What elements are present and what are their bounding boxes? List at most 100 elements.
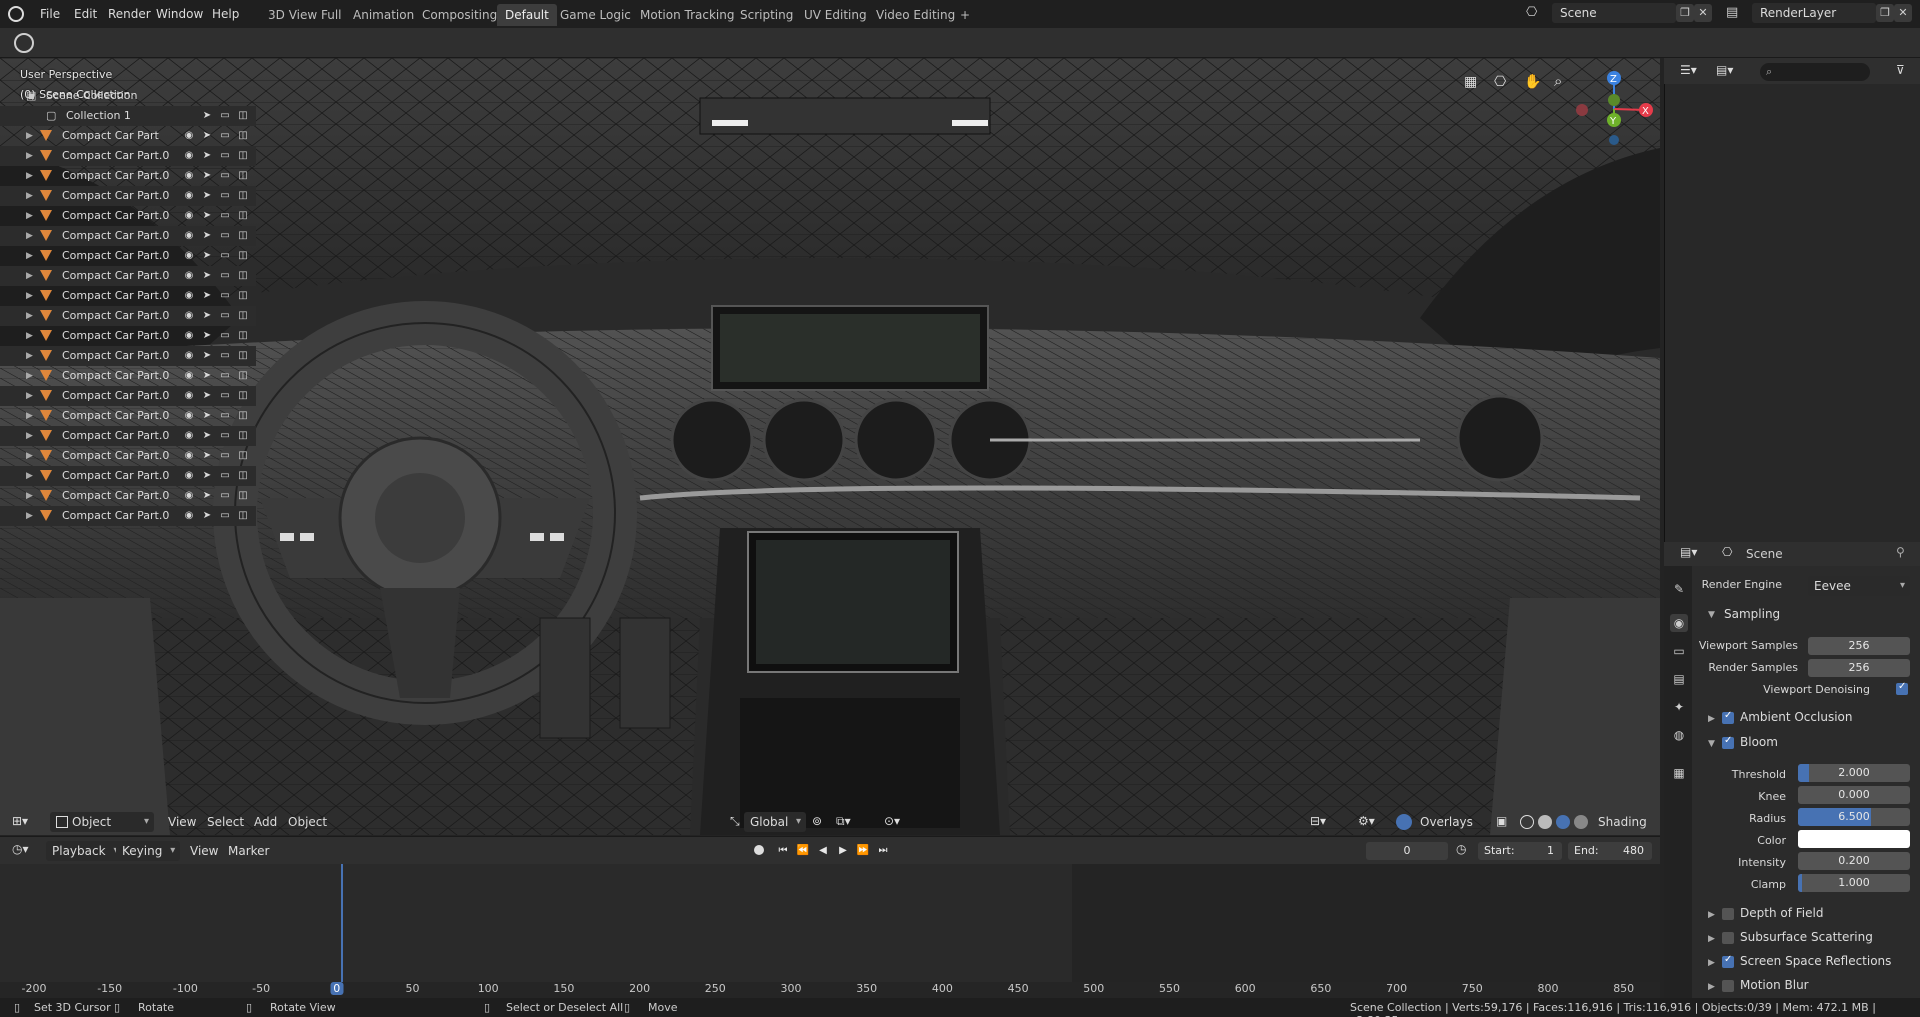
visibility-eye-icon[interactable]: ◉ (182, 489, 196, 503)
visibility-eye-icon[interactable]: ◉ (182, 189, 196, 203)
select-toggle-icon[interactable]: ➤ (200, 309, 214, 323)
visibility-eye-icon[interactable]: ◉ (182, 129, 196, 143)
intensity-slider[interactable]: 0.200 (1798, 852, 1910, 870)
timeline-ruler[interactable] (0, 982, 1660, 998)
render-toggle-icon[interactable]: ◫ (236, 289, 250, 303)
outliner-object-row[interactable]: ▶ Compact Car Part.0 ◉ ➤ ▭ ◫ (0, 146, 256, 166)
viewport-toggle-icon[interactable]: ▭ (218, 469, 232, 483)
visibility-eye-icon[interactable]: ◉ (182, 149, 196, 163)
viewport-toggle-icon[interactable]: ▭ (218, 149, 232, 163)
display-mode-icon[interactable]: ▤▾ (1716, 63, 1733, 77)
expand-arrow-icon[interactable]: ▶ (26, 366, 33, 386)
outliner-object-row[interactable]: ▶ Compact Car Part.0 ◉ ➤ ▭ ◫ (0, 366, 256, 386)
expand-arrow-icon[interactable]: ▶ (26, 446, 33, 466)
render-toggle-icon[interactable]: ◫ (236, 329, 250, 343)
motion-blur-checkbox[interactable] (1722, 980, 1734, 992)
tab-uv-editing[interactable]: UV Editing (796, 4, 875, 26)
wireframe-shading-icon[interactable] (1520, 815, 1534, 829)
viewport-toggle-icon[interactable]: ▭ (218, 269, 232, 283)
viewport-toggle-icon[interactable]: ▭ (218, 109, 232, 123)
prev-keyframe-icon[interactable]: ⏪ (794, 842, 812, 860)
expand-arrow-icon[interactable]: ▶ (26, 246, 33, 266)
tab-compositing[interactable]: Compositing (414, 4, 505, 26)
render-toggle-icon[interactable]: ◫ (236, 269, 250, 283)
scene-icon[interactable]: ⎔ (1526, 5, 1542, 21)
subsurface-expand-icon[interactable]: ▶ (1708, 934, 1715, 944)
zoom-icon[interactable]: ⌕ (1554, 72, 1562, 90)
visibility-eye-icon[interactable]: ◉ (182, 369, 196, 383)
outliner-object-row[interactable]: ▶ Compact Car Part.0 ◉ ➤ ▭ ◫ (0, 486, 256, 506)
render-toggle-icon[interactable]: ◫ (236, 149, 250, 163)
render-toggle-icon[interactable]: ◫ (236, 509, 250, 523)
viewport-toggle-icon[interactable]: ▭ (218, 369, 232, 383)
visibility-eye-icon[interactable]: ◉ (182, 229, 196, 243)
expand-arrow-icon[interactable]: ▶ (26, 206, 33, 226)
scene-tab-icon[interactable]: ✦ (1670, 698, 1688, 716)
expand-arrow-icon[interactable]: ▶ (26, 166, 33, 186)
depth-of-field-panel-header[interactable]: Depth of Field (1740, 906, 1823, 920)
select-toggle-icon[interactable]: ➤ (200, 329, 214, 343)
scene-close-icon[interactable]: ✕ (1694, 4, 1712, 22)
outliner-object-row[interactable]: ▶ Compact Car Part.0 ◉ ➤ ▭ ◫ (0, 266, 256, 286)
visibility-eye-icon[interactable]: ◉ (182, 249, 196, 263)
visibility-eye-icon[interactable]: ◉ (182, 469, 196, 483)
solid-shading-icon[interactable] (1538, 815, 1552, 829)
jump-start-icon[interactable]: ⏮ (774, 842, 792, 860)
render-toggle-icon[interactable]: ◫ (236, 109, 250, 123)
render-samples-field[interactable]: 256 (1808, 659, 1910, 677)
record-icon[interactable] (754, 845, 764, 855)
render-toggle-icon[interactable]: ◫ (236, 129, 250, 143)
motion-blur-expand-icon[interactable]: ▶ (1708, 982, 1715, 992)
visibility-eye-icon[interactable]: ◉ (182, 509, 196, 523)
render-toggle-icon[interactable]: ◫ (236, 229, 250, 243)
expand-arrow-icon[interactable]: ▶ (26, 406, 33, 426)
bloom-panel-header[interactable]: Bloom (1740, 735, 1778, 749)
ssr-panel-header[interactable]: Screen Space Reflections (1740, 954, 1891, 968)
editor-type-icon[interactable]: ⊞▾ (12, 814, 28, 828)
select-toggle-icon[interactable]: ➤ (200, 149, 214, 163)
properties-editor-icon[interactable]: ▤▾ (1680, 545, 1697, 559)
renderlayer-icon[interactable]: ▤ (1726, 5, 1742, 21)
pan-hand-icon[interactable]: ✋ (1524, 74, 1541, 90)
subsurface-checkbox[interactable] (1722, 932, 1734, 944)
outliner-object-row[interactable]: ▶ Compact Car Part.0 ◉ ➤ ▭ ◫ (0, 286, 256, 306)
select-toggle-icon[interactable]: ➤ (200, 449, 214, 463)
viewport-toggle-icon[interactable]: ▭ (218, 449, 232, 463)
depth-of-field-checkbox[interactable] (1722, 908, 1734, 920)
overlays-toggle-icon[interactable] (1396, 814, 1412, 830)
select-toggle-icon[interactable]: ➤ (200, 409, 214, 423)
expand-arrow-icon[interactable]: ▶ (26, 426, 33, 446)
depth-of-field-expand-icon[interactable]: ▶ (1708, 910, 1715, 920)
outliner-object-row[interactable]: ▶ Compact Car Part.0 ◉ ➤ ▭ ◫ (0, 426, 256, 446)
radius-slider[interactable]: 6.500 (1798, 808, 1910, 826)
select-toggle-icon[interactable]: ➤ (200, 129, 214, 143)
visibility-eye-icon[interactable]: ◉ (182, 289, 196, 303)
clamp-slider[interactable]: 1.000 (1798, 874, 1910, 892)
menu-file[interactable]: File (40, 0, 60, 28)
material-shading-icon[interactable] (1556, 815, 1570, 829)
viewport-toggle-icon[interactable]: ▭ (218, 209, 232, 223)
expand-arrow-icon[interactable]: ▶ (26, 506, 33, 526)
scene-field[interactable]: Scene (1552, 3, 1676, 23)
navigation-gizmo[interactable]: Z X Y (1574, 66, 1654, 146)
viewport-toggle-icon[interactable]: ▭ (218, 169, 232, 183)
render-toggle-icon[interactable]: ◫ (236, 389, 250, 403)
viewport-toggle-icon[interactable]: ▭ (218, 289, 232, 303)
select-toggle-icon[interactable]: ➤ (200, 489, 214, 503)
tab-default[interactable]: Default (497, 4, 557, 26)
renderlayer-duplicate-icon[interactable]: ❐ (1876, 4, 1894, 22)
play-icon[interactable]: ▶ (834, 842, 852, 860)
expand-arrow-icon[interactable]: ▶ (26, 226, 33, 246)
visibility-eye-icon[interactable]: ◉ (182, 209, 196, 223)
view-object-types-icon[interactable]: ⊟▾ (1310, 814, 1326, 828)
select-toggle-icon[interactable]: ➤ (200, 249, 214, 263)
tab-3d-view-full[interactable]: 3D View Full (260, 4, 350, 26)
expand-arrow-icon[interactable]: ▶ (26, 286, 33, 306)
render-tab-icon[interactable]: ◉ (1670, 614, 1688, 632)
tab-video-editing[interactable]: Video Editing (868, 4, 963, 26)
outliner-object-row[interactable]: ▶ Compact Car Part.0 ◉ ➤ ▭ ◫ (0, 386, 256, 406)
select-toggle-icon[interactable]: ➤ (200, 469, 214, 483)
select-toggle-icon[interactable]: ➤ (200, 389, 214, 403)
select-toggle-icon[interactable]: ➤ (200, 229, 214, 243)
viewport-toggle-icon[interactable]: ▭ (218, 509, 232, 523)
